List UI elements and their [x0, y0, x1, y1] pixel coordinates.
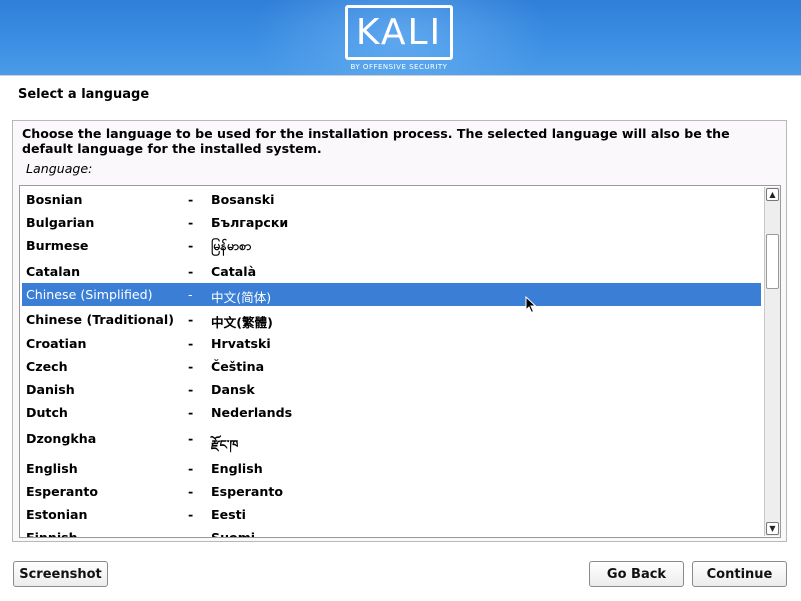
language-native-name: English: [211, 461, 263, 476]
language-list-item[interactable]: Bosnian - Bosanski: [22, 188, 761, 211]
language-name: Bosnian: [26, 192, 83, 207]
language-separator: -: [188, 264, 194, 279]
language-list-item[interactable]: English - English: [22, 457, 761, 480]
kali-logo: KALI: [345, 5, 453, 60]
language-native-name: Български: [211, 215, 289, 230]
logo-text: KALI: [355, 11, 443, 53]
description-text: Choose the language to be used for the i…: [22, 126, 730, 156]
scrollbar-thumb[interactable]: [766, 234, 779, 289]
language-list-item[interactable]: Danish - Dansk: [22, 378, 761, 401]
chevron-up-icon[interactable]: ▲: [766, 188, 779, 201]
language-native-name: Nederlands: [211, 405, 293, 420]
language-list-item[interactable]: Estonian - Eesti: [22, 503, 761, 526]
language-list-item[interactable]: Czech - Čeština: [22, 355, 761, 378]
language-name: Danish: [26, 382, 75, 397]
language-name: Esperanto: [26, 484, 99, 499]
language-separator: -: [188, 507, 194, 522]
language-native-name: Hrvatski: [211, 336, 271, 351]
language-name: Dutch: [26, 405, 68, 420]
language-list-item[interactable]: Croatian - Hrvatski: [22, 332, 761, 355]
continue-button[interactable]: Continue: [692, 561, 787, 587]
language-separator: -: [188, 215, 194, 230]
language-name: Burmese: [26, 238, 89, 253]
language-native-name: Català: [211, 264, 257, 279]
language-native-name: Bosanski: [211, 192, 275, 207]
language-separator: -: [188, 431, 194, 446]
language-separator: -: [188, 405, 194, 420]
language-native-name: မြန်မာစာ: [211, 238, 252, 253]
language-separator: -: [188, 336, 194, 351]
language-separator: -: [188, 238, 194, 253]
go-back-button[interactable]: Go Back: [589, 561, 684, 587]
language-name: Chinese (Simplified): [26, 287, 153, 302]
kali-banner: KALI BY OFFENSIVE SECURITY: [0, 0, 801, 75]
language-name: Catalan: [26, 264, 81, 279]
language-separator: -: [188, 382, 194, 397]
language-list-item[interactable]: Catalan - Català: [22, 260, 761, 283]
chevron-down-icon[interactable]: ▼: [766, 522, 779, 535]
logo-subtitle: BY OFFENSIVE SECURITY: [350, 63, 448, 71]
language-list-item[interactable]: Chinese (Traditional) - 中文(繁體): [22, 308, 761, 331]
language-list-item[interactable]: Burmese - မြန်မာစာ: [22, 234, 761, 257]
language-name: Czech: [26, 359, 68, 374]
language-native-name: Suomi: [211, 530, 256, 538]
language-list-item[interactable]: Finnish - Suomi: [22, 526, 761, 538]
language-native-name: Esperanto: [211, 484, 284, 499]
language-list-item[interactable]: Bulgarian - Български: [22, 211, 761, 234]
language-native-name: 中文(简体): [211, 290, 272, 305]
language-separator: -: [188, 461, 194, 476]
language-native-name: Čeština: [211, 359, 265, 374]
language-list-item[interactable]: Dzongkha - རྫོང་ཁ: [22, 427, 761, 452]
language-name: English: [26, 461, 78, 476]
language-name: Chinese (Traditional): [26, 312, 174, 327]
language-list[interactable]: Bosnian - Bosanski Bulgarian - Български Burme…: [19, 185, 781, 538]
language-name: Dzongkha: [26, 431, 97, 446]
language-separator: -: [188, 484, 194, 499]
mouse-pointer-icon: [525, 296, 537, 314]
language-separator: -: [188, 312, 194, 327]
page-title: Select a language: [18, 87, 150, 102]
language-name: Finnish: [26, 530, 78, 538]
language-separator: -: [188, 530, 194, 538]
vertical-scrollbar[interactable]: ▲ ▼: [764, 187, 780, 536]
language-separator: -: [188, 192, 194, 207]
screenshot-button[interactable]: Screenshot: [13, 561, 108, 587]
language-name: Croatian: [26, 336, 87, 351]
language-name: Bulgarian: [26, 215, 95, 230]
language-native-name: 中文(繁體): [211, 315, 273, 330]
language-field-label: Language:: [26, 161, 93, 176]
language-list-item[interactable]: Dutch - Nederlands: [22, 401, 761, 424]
header-divider: [0, 75, 801, 76]
language-list-item[interactable]: Chinese (Simplified) - 中文(简体): [22, 283, 761, 306]
language-name: Estonian: [26, 507, 88, 522]
language-native-name: Dansk: [211, 382, 255, 397]
language-list-item[interactable]: Esperanto - Esperanto: [22, 480, 761, 503]
language-separator: -: [188, 287, 193, 302]
language-separator: -: [188, 359, 194, 374]
language-native-name: Eesti: [211, 507, 246, 522]
